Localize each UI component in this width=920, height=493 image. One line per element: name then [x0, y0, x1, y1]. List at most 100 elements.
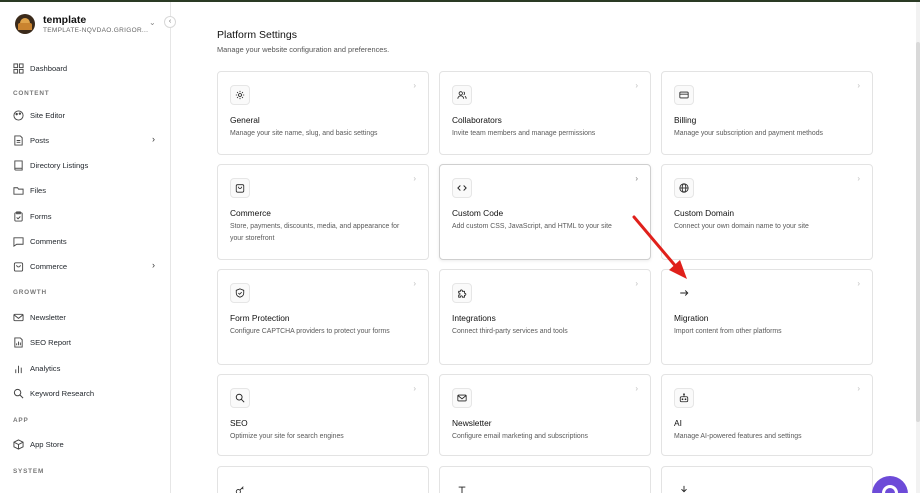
bot-icon: [674, 388, 694, 408]
palette-icon: [13, 109, 24, 121]
settings-card-newsletter[interactable]: › Newsletter Configure email marketing a…: [439, 374, 651, 456]
users-icon: [452, 85, 472, 105]
card-description: Import content from other platforms: [674, 328, 782, 335]
sidebar-item-label: SEO Report: [30, 337, 71, 347]
sidebar-item-label: Site Editor: [30, 110, 66, 120]
section-content: CONTENT: [13, 90, 50, 97]
sidebar-item-label: Files: [30, 185, 47, 195]
chevron-right-icon: ›: [413, 279, 416, 288]
main-content: Platform Settings Manage your website co…: [172, 2, 920, 493]
card-description: Optimize your site for search engines: [230, 433, 344, 440]
settings-card-ai[interactable]: › AI Manage AI-powered features and sett…: [661, 374, 873, 456]
card-title: Billing: [674, 115, 697, 125]
sidebar-item-commerce[interactable]: Commerce ›: [13, 257, 163, 275]
sidebar-item-files[interactable]: Files: [13, 181, 163, 199]
settings-card-api-keys[interactable]: [217, 466, 429, 493]
sidebar-item-label: Commerce: [30, 261, 68, 271]
section-system: SYSTEM: [13, 468, 45, 475]
sidebar-item-label: Directory Listings: [30, 160, 89, 170]
card-title: Custom Domain: [674, 208, 735, 218]
sidebar-item-dashboard[interactable]: Dashboard: [13, 59, 163, 77]
sidebar-item-label: Forms: [30, 211, 52, 221]
chevron-right-icon: ›: [857, 174, 860, 183]
shopping-bag-icon: [230, 178, 250, 198]
chevron-right-icon: ›: [635, 384, 638, 393]
sidebar-item-seo-report[interactable]: SEO Report: [13, 333, 163, 351]
sidebar-item-posts[interactable]: Posts ›: [13, 131, 163, 149]
posts-icon: [13, 134, 24, 146]
settings-card-commerce[interactable]: › Commerce Store, payments, discounts, m…: [217, 164, 429, 260]
report-icon: [13, 336, 24, 348]
download-icon: [674, 480, 694, 493]
collapse-sidebar-button[interactable]: ‹: [164, 16, 176, 28]
mail-icon: [13, 312, 24, 323]
card-title: Newsletter: [452, 418, 492, 428]
settings-card-custom-domain[interactable]: › Custom Domain Connect your own domain …: [661, 164, 873, 260]
card-title: Form Protection: [230, 313, 290, 323]
puzzle-icon: [452, 283, 472, 303]
settings-card-custom-code[interactable]: › Custom Code Add custom CSS, JavaScript…: [439, 164, 651, 260]
card-description: Configure email marketing and subscripti…: [452, 433, 588, 440]
workspace-logo: [15, 14, 35, 34]
sidebar-item-app-store[interactable]: App Store: [13, 435, 163, 453]
page-subtitle: Manage your website configuration and pr…: [217, 45, 390, 54]
settings-card-export[interactable]: [661, 466, 873, 493]
dashboard-icon: [13, 62, 24, 74]
sidebar-item-label: Keyword Research: [30, 388, 95, 398]
arrow-right-icon: [674, 283, 694, 303]
settings-card-collaborators[interactable]: › Collaborators Invite team members and …: [439, 71, 651, 155]
sidebar-item-site-editor[interactable]: Site Editor: [13, 106, 163, 124]
sidebar-item-newsletter[interactable]: Newsletter: [13, 308, 163, 326]
card-title: SEO: [230, 418, 248, 428]
page-title: Platform Settings: [217, 29, 297, 41]
settings-card-billing[interactable]: › Billing Manage your subscription and p…: [661, 71, 873, 155]
book-icon: [13, 159, 24, 171]
settings-card-migration[interactable]: › Migration Import content from other pl…: [661, 269, 873, 365]
sidebar-item-comments[interactable]: Comments: [13, 232, 163, 250]
chevron-right-icon: ›: [152, 260, 155, 270]
chevron-right-icon: ›: [413, 81, 416, 90]
scrollbar-thumb[interactable]: [916, 42, 920, 422]
analytics-icon: [13, 363, 24, 374]
card-description: Manage your site name, slug, and basic s…: [230, 130, 378, 137]
card-title: Integrations: [452, 313, 496, 323]
section-app: APP: [13, 417, 29, 424]
chevron-right-icon: ›: [152, 134, 155, 144]
mail-icon: [452, 388, 472, 408]
shield-icon: [230, 283, 250, 303]
card-description: Add custom CSS, JavaScript, and HTML to …: [452, 223, 612, 230]
settings-card-general[interactable]: › General Manage your site name, slug, a…: [217, 71, 429, 155]
settings-card-integrations[interactable]: › Integrations Connect third-party servi…: [439, 269, 651, 365]
folder-icon: [13, 185, 24, 196]
clipboard-icon: [13, 210, 24, 222]
search-icon: [230, 388, 250, 408]
chevron-right-icon: ›: [857, 81, 860, 90]
card-title: General: [230, 115, 260, 125]
chevron-right-icon: ›: [857, 279, 860, 288]
card-description: Invite team members and manage permissio…: [452, 130, 596, 137]
card-description: Store, payments, discounts, media, and a…: [230, 223, 400, 242]
bag-icon: [13, 261, 24, 272]
chevron-right-icon: ›: [635, 81, 638, 90]
settings-card-seo[interactable]: › SEO Optimize your site for search engi…: [217, 374, 429, 456]
search-icon: [13, 388, 24, 399]
settings-card-typography[interactable]: [439, 466, 651, 493]
sidebar-item-label: App Store: [30, 439, 64, 449]
card-description: Connect your own domain name to your sit…: [674, 223, 809, 230]
sidebar-item-directory-listings[interactable]: Directory Listings: [13, 156, 163, 174]
comment-icon: [13, 236, 24, 247]
credit-card-icon: [674, 85, 694, 105]
workspace-switcher[interactable]: template TEMPLATE-NQVDAO.GRIGOR... ⌄: [15, 14, 165, 38]
settings-card-form-protection[interactable]: › Form Protection Configure CAPTCHA prov…: [217, 269, 429, 365]
workspace-name: template: [43, 14, 87, 26]
sidebar-item-keyword-research[interactable]: Keyword Research: [13, 384, 163, 402]
card-title: Custom Code: [452, 208, 504, 218]
gear-icon: [230, 85, 250, 105]
sidebar-item-label: Dashboard: [30, 63, 68, 73]
sidebar-item-label: Posts: [30, 135, 49, 145]
sidebar-item-analytics[interactable]: Analytics: [13, 359, 163, 377]
scrollbar[interactable]: [916, 2, 920, 493]
sidebar-item-label: Newsletter: [30, 312, 66, 322]
key-icon: [230, 480, 250, 493]
sidebar-item-forms[interactable]: Forms: [13, 207, 163, 225]
